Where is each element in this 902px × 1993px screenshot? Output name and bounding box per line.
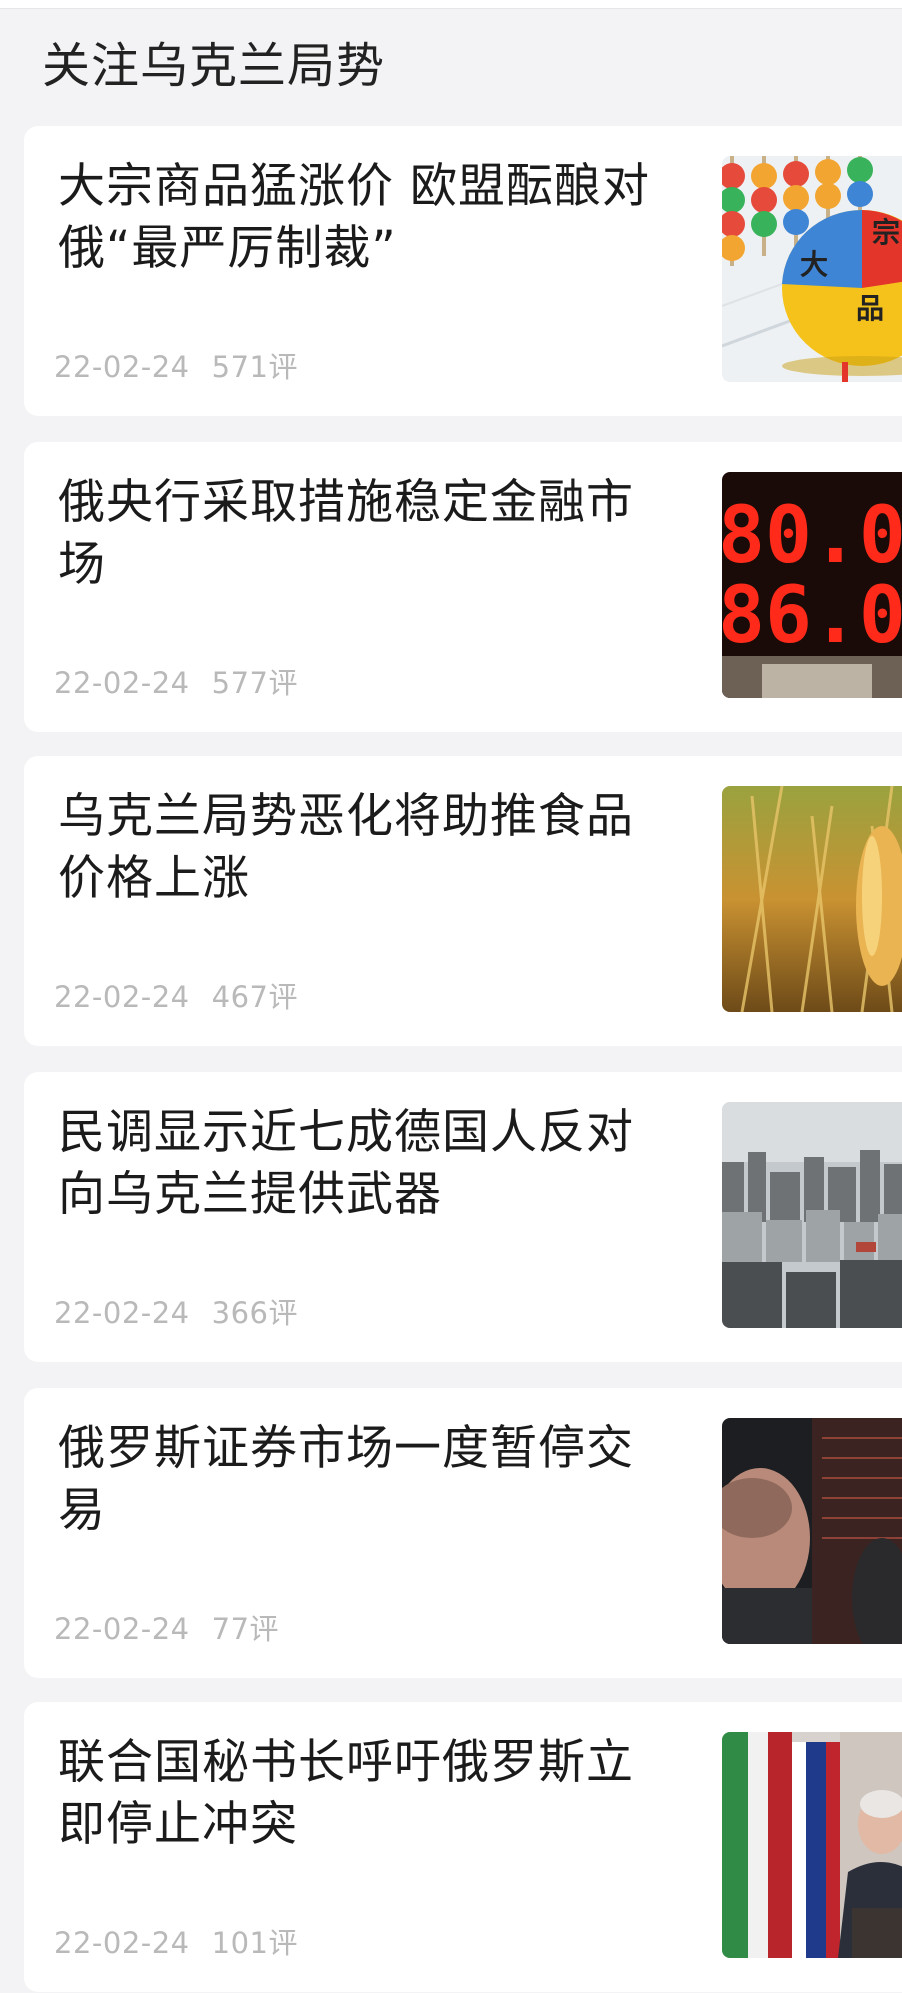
news-headline[interactable]: 俄罗斯证券市场一度暂停交易 <box>58 1418 678 1542</box>
news-thumbnail[interactable] <box>722 786 902 1012</box>
news-comments: 101评 <box>211 1926 298 1960</box>
news-card[interactable]: 大宗商品猛涨价 欧盟酝酿对俄“最严厉制裁” 22-02-24 571评 大 宗 … <box>24 126 902 416</box>
news-thumbnail[interactable] <box>722 1418 902 1644</box>
news-date: 22-02-24 <box>54 980 190 1014</box>
news-date: 22-02-24 <box>54 1612 190 1646</box>
news-card[interactable]: 俄央行采取措施稳定金融市场 22-02-24 577评 80.00 86.00 <box>24 442 902 732</box>
news-date: 22-02-24 <box>54 350 190 384</box>
news-comments: 77评 <box>211 1612 280 1646</box>
news-card[interactable]: 乌克兰局势恶化将助推食品价格上涨 22-02-24 467评 <box>24 756 902 1046</box>
news-thumbnail[interactable]: 80.00 86.00 <box>722 472 902 698</box>
news-date: 22-02-24 <box>54 666 190 700</box>
news-headline[interactable]: 乌克兰局势恶化将助推食品价格上涨 <box>58 786 678 910</box>
news-thumbnail[interactable] <box>722 1732 902 1958</box>
news-comments: 467评 <box>211 980 298 1014</box>
thumb1-label: 宗 <box>872 216 900 249</box>
news-date: 22-02-24 <box>54 1296 190 1330</box>
news-comments: 571评 <box>211 350 298 384</box>
news-thumbnail[interactable] <box>722 1102 902 1328</box>
news-headline[interactable]: 大宗商品猛涨价 欧盟酝酿对俄“最严厉制裁” <box>58 156 678 280</box>
news-meta: 22-02-24 366评 <box>54 1290 320 1332</box>
news-comments: 577评 <box>211 666 298 700</box>
news-thumbnail[interactable]: 大 宗 品 <box>722 156 902 382</box>
news-meta: 22-02-24 101评 <box>54 1920 320 1962</box>
news-meta: 22-02-24 467评 <box>54 974 320 1016</box>
news-meta: 22-02-24 577评 <box>54 660 320 702</box>
news-comments: 366评 <box>211 1296 298 1330</box>
top-divider <box>0 0 902 9</box>
news-card[interactable]: 联合国秘书长呼吁俄罗斯立即停止冲突 22-02-24 101评 <box>24 1702 902 1992</box>
thumb1-label: 大 <box>800 248 828 281</box>
led-rate-1: 80.00 <box>722 491 902 581</box>
thumb1-label: 品 <box>856 292 884 325</box>
news-headline[interactable]: 联合国秘书长呼吁俄罗斯立即停止冲突 <box>58 1732 678 1856</box>
led-rate-2: 86.00 <box>722 571 902 661</box>
news-meta: 22-02-24 571评 <box>54 344 320 386</box>
news-headline[interactable]: 俄央行采取措施稳定金融市场 <box>58 472 678 596</box>
news-date: 22-02-24 <box>54 1926 190 1960</box>
section-title: 关注乌克兰局势 <box>42 38 386 94</box>
news-meta: 22-02-24 77评 <box>54 1606 301 1648</box>
news-card[interactable]: 民调显示近七成德国人反对向乌克兰提供武器 22-02-24 366评 <box>24 1072 902 1362</box>
news-card[interactable]: 俄罗斯证券市场一度暂停交易 22-02-24 77评 <box>24 1388 902 1678</box>
news-headline[interactable]: 民调显示近七成德国人反对向乌克兰提供武器 <box>58 1102 678 1226</box>
